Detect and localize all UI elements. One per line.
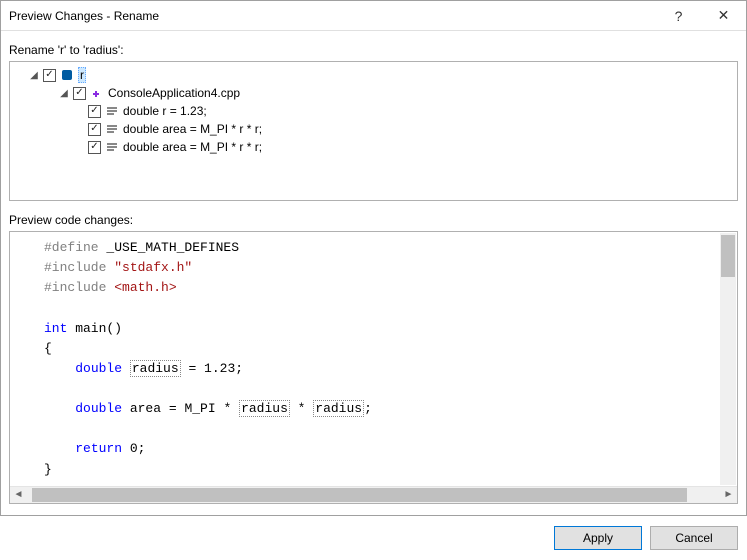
scroll-left-arrow[interactable]: ◄ — [10, 487, 27, 503]
vertical-scrollbar[interactable] — [720, 233, 736, 485]
pp-directive: #include — [44, 280, 106, 295]
tree-line-row[interactable]: double area = M_PI * r * r; — [14, 120, 733, 138]
checkbox[interactable] — [43, 69, 56, 82]
code-text: area = M_PI * — [122, 401, 239, 416]
renamed-identifier: radius — [130, 360, 181, 377]
scrollbar-thumb[interactable] — [32, 488, 687, 502]
code-text: 0; — [122, 441, 145, 456]
renamed-identifier: radius — [313, 400, 364, 417]
code-line-icon — [104, 139, 120, 155]
tree-line-row[interactable]: double r = 1.23; — [14, 102, 733, 120]
keyword: double — [75, 361, 122, 376]
keyword: return — [75, 441, 122, 456]
checkbox[interactable] — [88, 105, 101, 118]
help-button[interactable]: ? — [656, 1, 701, 30]
changes-tree[interactable]: ◢ r ◢ ConsoleApplication4.cpp double r =… — [9, 61, 738, 201]
titlebar: Preview Changes - Rename ? ✕ — [1, 1, 746, 31]
dialog-buttons: Apply Cancel — [1, 518, 746, 560]
cancel-button[interactable]: Cancel — [650, 526, 738, 550]
tree-file-row[interactable]: ◢ ConsoleApplication4.cpp — [14, 84, 733, 102]
keyword: double — [75, 401, 122, 416]
string-literal: "stdafx.h" — [106, 260, 192, 275]
string-literal: <math.h> — [106, 280, 176, 295]
variable-icon — [59, 67, 75, 83]
code-text: ; — [364, 401, 372, 416]
window-title: Preview Changes - Rename — [9, 9, 656, 23]
code-preview: #define _USE_MATH_DEFINES #include "stda… — [9, 231, 738, 504]
code-text: = 1.23; — [181, 361, 243, 376]
code-text: _USE_MATH_DEFINES — [99, 240, 239, 255]
expand-icon[interactable]: ◢ — [58, 87, 70, 99]
code-text: * — [290, 401, 313, 416]
scrollbar-thumb[interactable] — [721, 235, 735, 277]
close-button[interactable]: ✕ — [701, 1, 746, 30]
horizontal-scrollbar[interactable]: ◄ ► — [10, 486, 737, 503]
code-line-icon — [104, 103, 120, 119]
code-content: #define _USE_MATH_DEFINES #include "stda… — [10, 232, 737, 486]
code-line-icon — [104, 121, 120, 137]
preview-label: Preview code changes: — [9, 213, 738, 227]
code-text: main() — [67, 321, 122, 336]
tree-root-label: r — [78, 67, 86, 83]
apply-button[interactable]: Apply — [554, 526, 642, 550]
checkbox[interactable] — [88, 123, 101, 136]
cpp-file-icon — [89, 85, 105, 101]
tree-root-row[interactable]: ◢ r — [14, 66, 733, 84]
tree-line-label: double area = M_PI * r * r; — [123, 140, 262, 154]
tree-line-row[interactable]: double area = M_PI * r * r; — [14, 138, 733, 156]
dialog-content: Rename 'r' to 'radius': ◢ r ◢ ConsoleApp… — [1, 31, 746, 518]
scroll-right-arrow[interactable]: ► — [720, 487, 737, 503]
tree-line-label: double r = 1.23; — [123, 104, 207, 118]
renamed-identifier: radius — [239, 400, 290, 417]
rename-header-label: Rename 'r' to 'radius': — [9, 43, 738, 57]
checkbox[interactable] — [73, 87, 86, 100]
pp-directive: #include — [44, 260, 106, 275]
checkbox[interactable] — [88, 141, 101, 154]
tree-file-label: ConsoleApplication4.cpp — [108, 86, 240, 100]
tree-line-label: double area = M_PI * r * r; — [123, 122, 262, 136]
keyword: int — [44, 321, 67, 336]
pp-directive: #define — [44, 240, 99, 255]
expand-icon[interactable]: ◢ — [28, 69, 40, 81]
